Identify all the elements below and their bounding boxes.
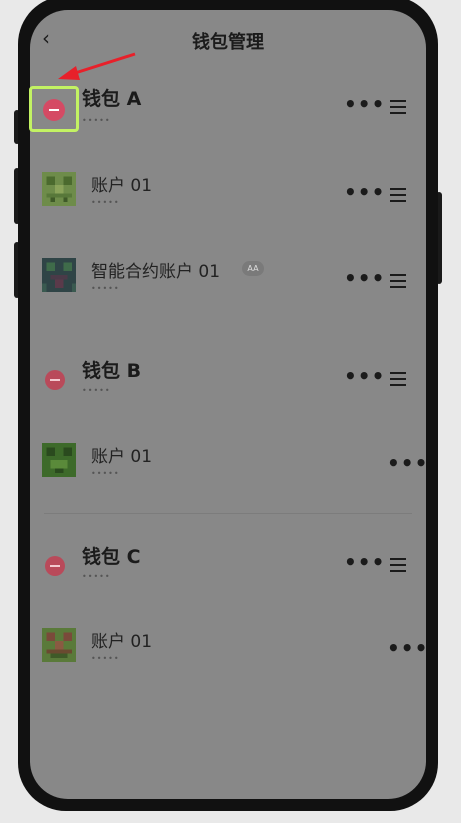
account-balance-masked: •••••	[91, 469, 120, 478]
drag-handle-icon[interactable]	[390, 274, 406, 288]
wallet-row-c[interactable]: 钱包 C ••••• •••	[30, 538, 426, 588]
remove-wallet-icon[interactable]	[43, 99, 65, 121]
aa-badge: AA	[242, 261, 264, 276]
phone-frame: ‹ 钱包管理 钱包 A ••••• ••• 账户 01 ••••• ••• 智能…	[18, 0, 438, 811]
wallet-balance-masked: •••••	[82, 386, 111, 395]
account-row[interactable]: 账户 01 ••••• •••	[30, 170, 426, 220]
wallet-divider	[44, 513, 412, 514]
wallet-name: 钱包 C	[82, 546, 141, 568]
account-row[interactable]: 账户 01 ••••• •••	[30, 626, 426, 676]
more-options-icon[interactable]: •••	[344, 268, 385, 288]
account-balance-masked: •••••	[91, 198, 120, 207]
account-name: 账户 01	[91, 632, 153, 652]
drag-handle-icon[interactable]	[390, 558, 406, 572]
remove-wallet-icon[interactable]	[45, 370, 65, 390]
account-row[interactable]: 智能合约账户 01 AA ••••• •••	[30, 256, 426, 306]
account-avatar	[42, 258, 76, 292]
drag-handle-icon[interactable]	[390, 188, 406, 202]
more-options-icon[interactable]: •••	[387, 453, 426, 473]
more-options-icon[interactable]: •••	[344, 552, 385, 572]
wallet-balance-masked: •••••	[82, 116, 111, 125]
account-name: 账户 01	[91, 176, 153, 196]
more-options-icon[interactable]: •••	[344, 366, 385, 386]
wallet-name: 钱包 B	[82, 360, 142, 382]
account-row[interactable]: 账户 01 ••••• •••	[30, 441, 426, 491]
account-balance-masked: •••••	[91, 654, 120, 663]
more-options-icon[interactable]: •••	[387, 638, 426, 658]
wallet-row-b[interactable]: 钱包 B ••••• •••	[30, 352, 426, 402]
wallet-name: 钱包 A	[82, 88, 142, 110]
remove-wallet-icon[interactable]	[45, 556, 65, 576]
wallet-row-a[interactable]: 钱包 A ••••• •••	[30, 80, 426, 140]
account-avatar	[42, 628, 76, 662]
wallet-management-screen: ‹ 钱包管理 钱包 A ••••• ••• 账户 01 ••••• ••• 智能…	[30, 10, 426, 799]
drag-handle-icon[interactable]	[390, 100, 406, 114]
account-balance-masked: •••••	[91, 284, 120, 293]
page-title: 钱包管理	[192, 32, 264, 53]
account-name: 账户 01	[91, 447, 153, 467]
drag-handle-icon[interactable]	[390, 372, 406, 386]
account-avatar	[42, 172, 76, 206]
account-name: 智能合约账户 01	[91, 262, 221, 282]
more-options-icon[interactable]: •••	[344, 182, 385, 202]
account-avatar	[42, 443, 76, 477]
wallet-balance-masked: •••••	[82, 572, 111, 581]
more-options-icon[interactable]: •••	[344, 94, 385, 114]
